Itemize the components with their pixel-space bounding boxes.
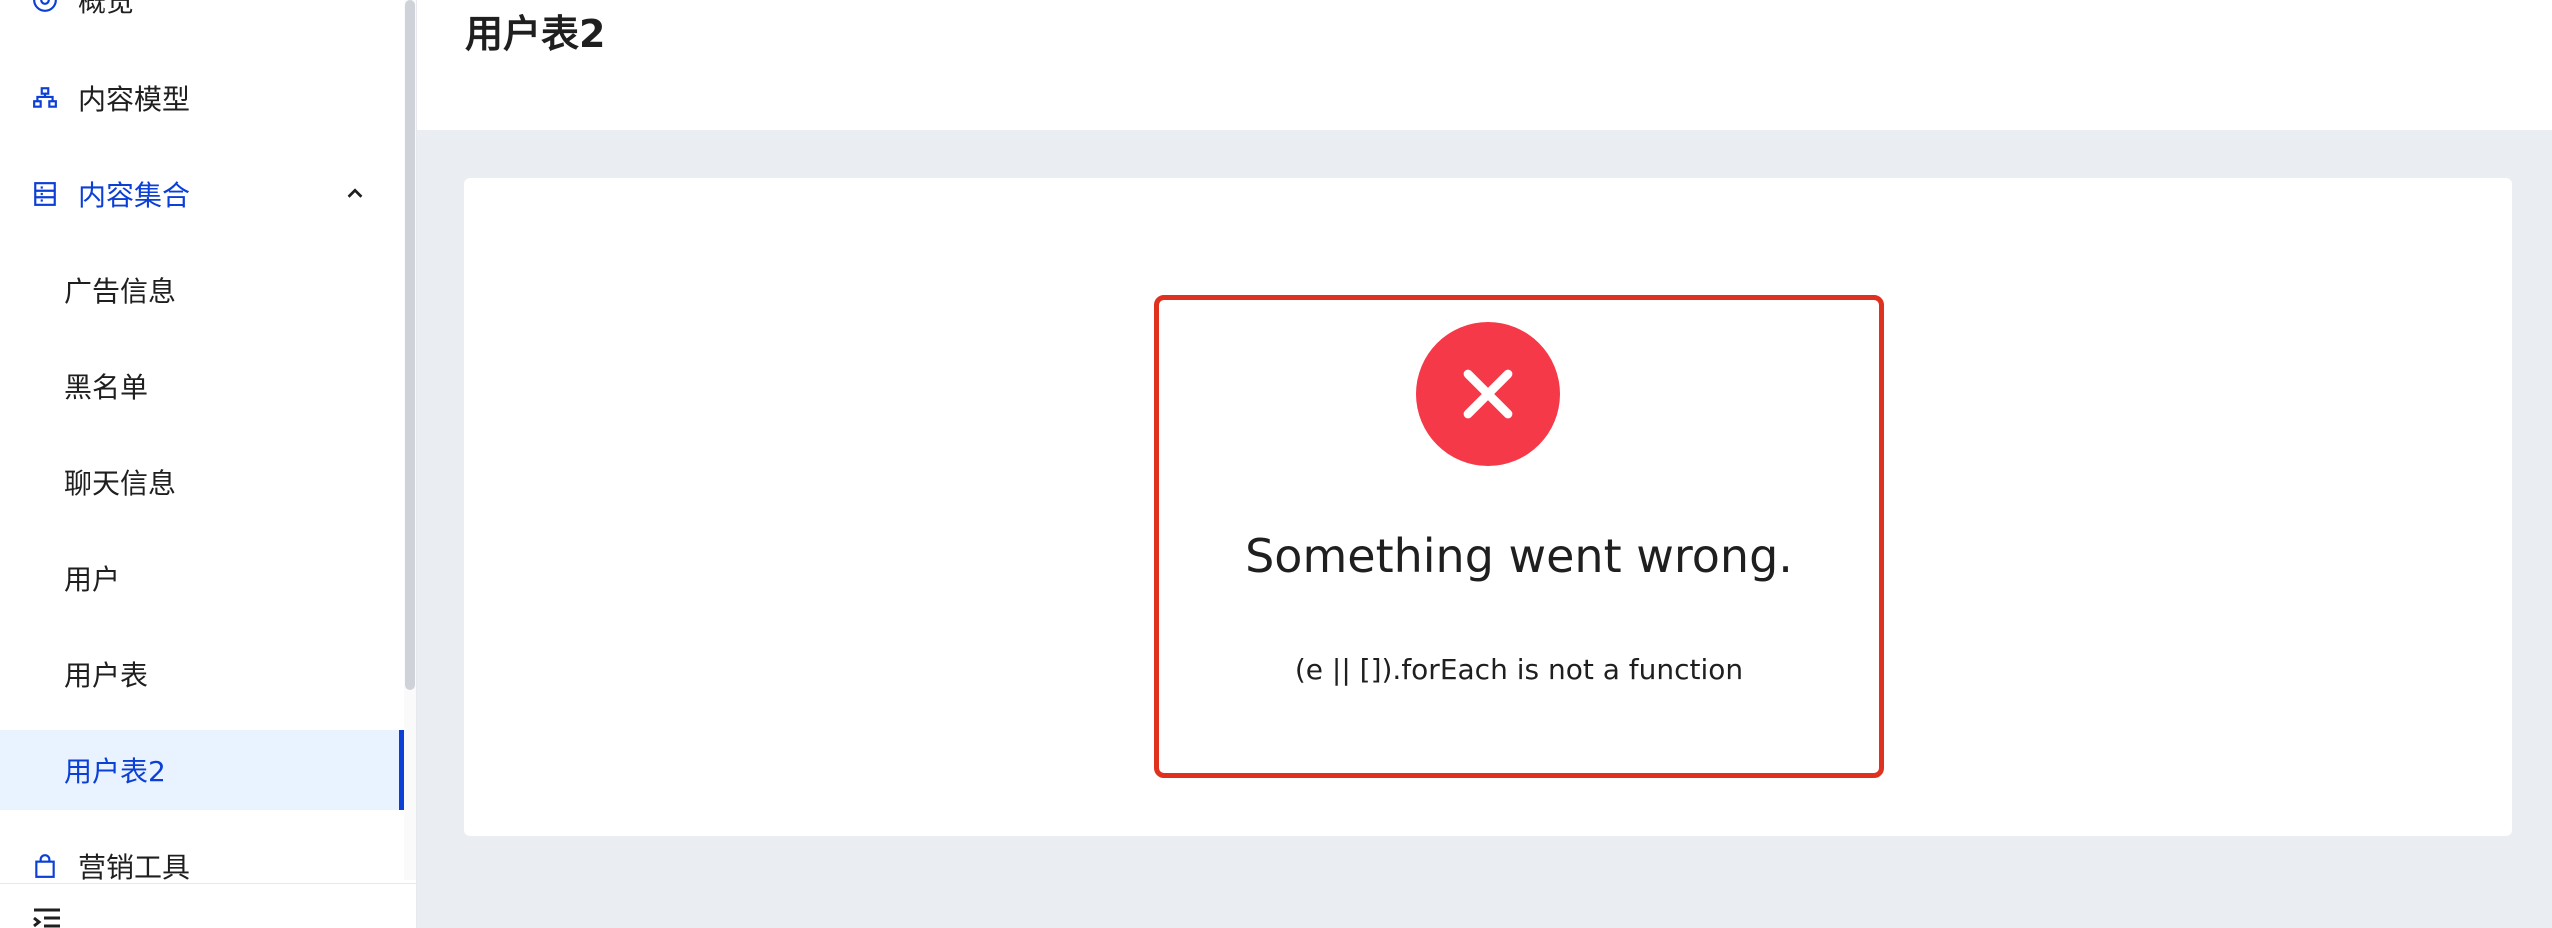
sidebar-item-overview[interactable]: 概览: [0, 0, 404, 40]
sidebar-item-label: 黑名单: [64, 371, 149, 404]
sidebar-item-chat[interactable]: 聊天信息: [0, 442, 404, 522]
sidebar-item-label: 内容模型: [78, 83, 191, 116]
shopping-bag-icon: [32, 853, 58, 879]
sidebar-item-label: 用户: [64, 563, 121, 596]
sidebar-item-label: 概览: [78, 0, 135, 18]
error-message: (e || []).forEach is not a function: [1294, 653, 1744, 686]
error-title: Something went wrong.: [1245, 529, 1793, 583]
sidebar-item-label: 营销工具: [78, 851, 191, 884]
sidebar-scrollbar-thumb[interactable]: [405, 0, 415, 690]
eye-icon: [32, 0, 58, 13]
sidebar-item-content-model[interactable]: 内容模型: [0, 58, 404, 138]
sidebar-item-users[interactable]: 用户: [0, 538, 404, 618]
sidebar-item-label: 用户表2: [64, 755, 166, 788]
sitemap-icon: [32, 85, 58, 111]
sidebar-item-label: 聊天信息: [64, 467, 177, 500]
sidebar-item-user-table[interactable]: 用户表: [0, 634, 404, 714]
collapse-sidebar-icon[interactable]: [32, 908, 62, 928]
page-header: 用户表2: [417, 0, 2552, 130]
list-icon: [32, 181, 58, 207]
sidebar-item-ads[interactable]: 广告信息: [0, 250, 404, 330]
sidebar-item-blacklist[interactable]: 黑名单: [0, 346, 404, 426]
page-title: 用户表2: [465, 12, 606, 56]
sidebar-item-label: 用户表: [64, 659, 149, 692]
error-icon: [1416, 322, 1560, 466]
sidebar-item-label: 广告信息: [64, 275, 177, 308]
sidebar-item-content-collection[interactable]: 内容集合: [0, 154, 404, 234]
sidebar-item-user-table-2[interactable]: 用户表2: [0, 730, 404, 810]
sidebar: 概览 内容模型 内容集合 广告信息 黑名单 聊天信息 用户 用户表 用户表2 营…: [0, 0, 417, 928]
chevron-up-icon[interactable]: [344, 183, 366, 205]
sidebar-footer: [0, 883, 416, 928]
sidebar-item-label: 内容集合: [78, 179, 191, 212]
